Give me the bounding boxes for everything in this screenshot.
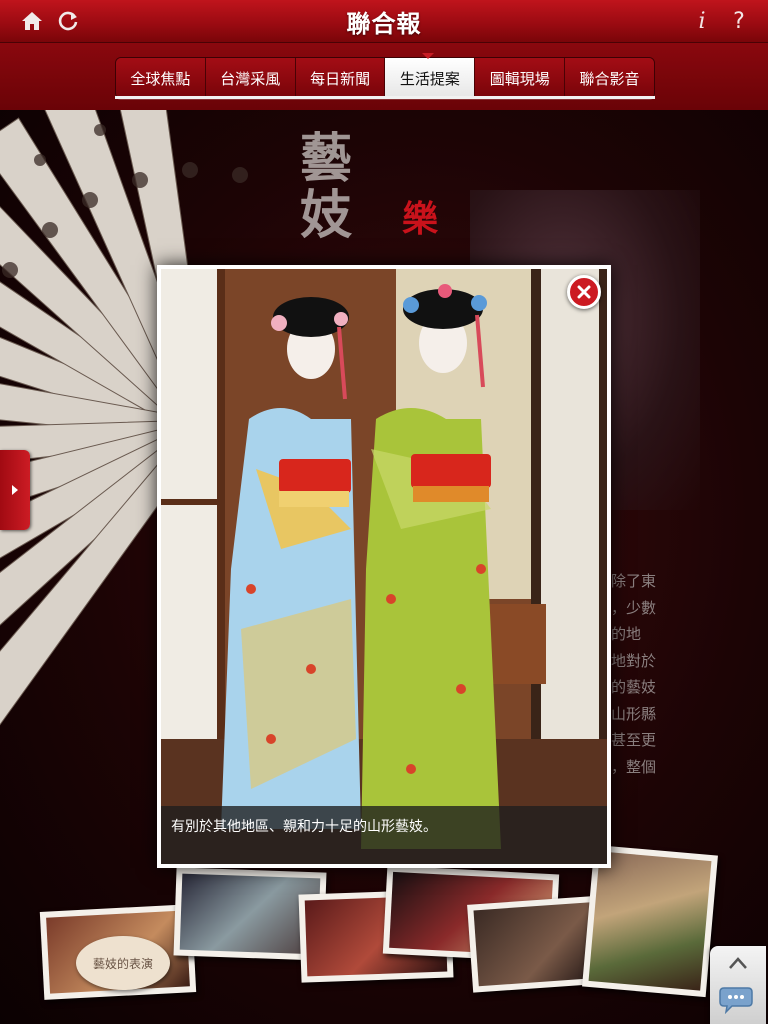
side-drawer-toggle[interactable]	[0, 450, 30, 530]
photo-caption-bar: 有別於其他地區、親和力十足的山形藝妓。	[161, 806, 607, 864]
info-button[interactable]: i	[690, 9, 714, 34]
section-tabs: 全球焦點 台灣采風 每日新聞 生活提案 圖輯現場 聯合影音	[115, 57, 655, 99]
background-title: 藝 妓	[300, 128, 353, 247]
tab-photo-gallery[interactable]: 圖輯現場	[475, 58, 566, 98]
chevron-right-icon	[12, 485, 18, 495]
tab-daily-news[interactable]: 每日新聞	[295, 58, 386, 98]
scroll-comment-widget[interactable]	[710, 946, 766, 1024]
chat-icon	[719, 987, 753, 1014]
close-icon	[577, 285, 591, 299]
background-red-title: 樂	[402, 198, 439, 240]
background-article-text: 本除了東 外，少數 化的地 當地對於 裡的藝妓 ，山形縣 ，甚至更 首，整個	[596, 572, 657, 776]
photo-lightbox: 有別於其他地區、親和力十足的山形藝妓。	[157, 265, 611, 868]
photo-image	[161, 269, 607, 864]
help-button[interactable]: ?	[727, 9, 751, 34]
tab-lifestyle[interactable]: 生活提案	[385, 58, 476, 98]
caption-bubble: 藝妓的表演	[76, 936, 170, 990]
active-tab-indicator	[422, 53, 434, 59]
tab-taiwan-scenes[interactable]: 台灣采風	[205, 58, 296, 98]
photo-caption: 有別於其他地區、親和力十足的山形藝妓。	[171, 819, 437, 835]
tab-video[interactable]: 聯合影音	[565, 58, 654, 98]
chevron-up-icon	[729, 957, 747, 969]
top-bar: 聯合報 i ?	[0, 0, 768, 43]
tab-global-focus[interactable]: 全球焦點	[116, 58, 206, 98]
close-lightbox-button[interactable]	[567, 275, 601, 309]
brand-logo: 聯合報	[346, 9, 422, 38]
geisha-photo	[161, 269, 607, 864]
tab-underline	[115, 96, 655, 99]
